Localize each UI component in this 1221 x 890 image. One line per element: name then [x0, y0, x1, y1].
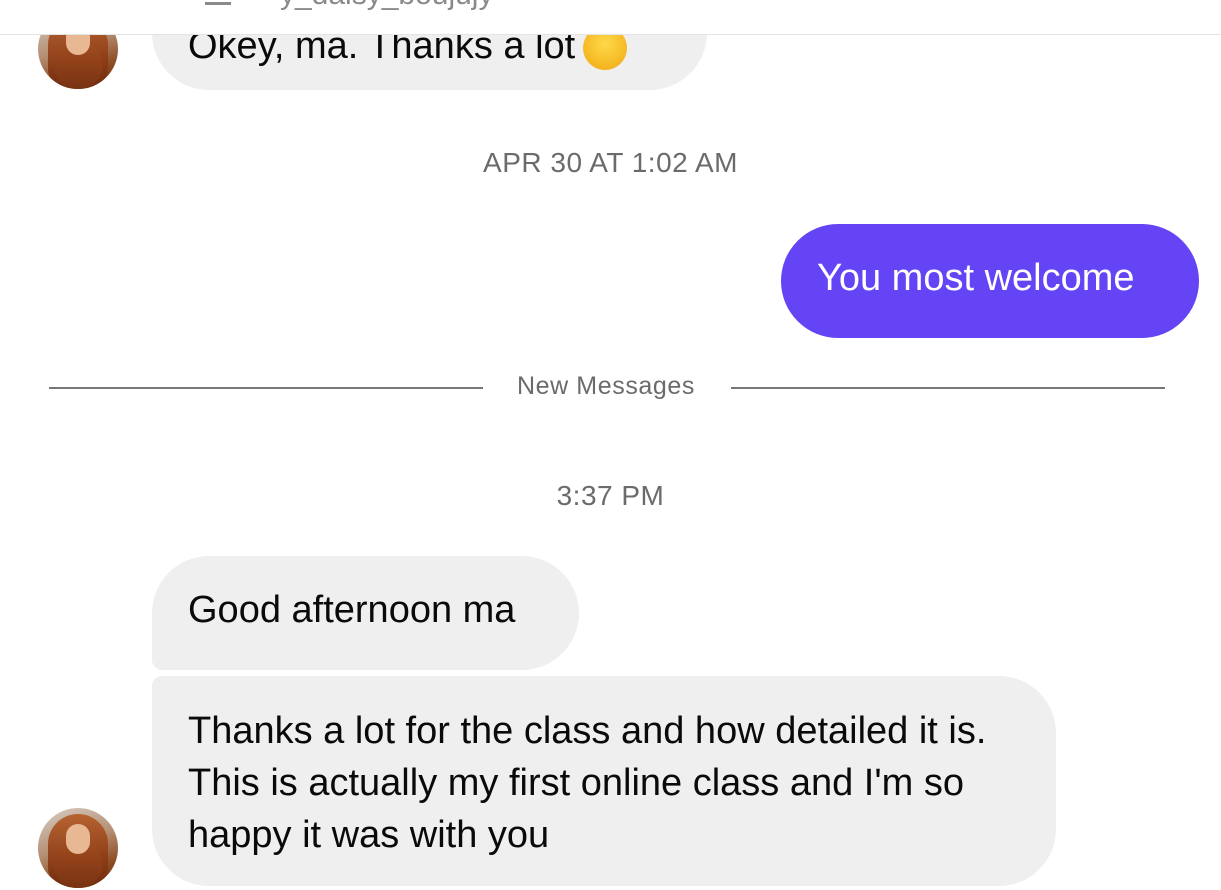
message-bubble-incoming[interactable]: Good afternoon ma: [152, 556, 579, 670]
chat-screen: y_daisy_boujujy Okey, ma. Thanks a lot A…: [0, 0, 1221, 890]
message-bubble-outgoing[interactable]: You most welcome: [781, 224, 1199, 338]
divider-line-right: [731, 387, 1165, 389]
timestamp: 3:37 PM: [556, 480, 665, 511]
new-messages-divider: New Messages: [516, 372, 696, 400]
chat-header: y_daisy_boujujy: [0, 0, 1221, 35]
timestamp: APR 30 AT 1:02 AM: [483, 147, 738, 178]
message-text: You most welcome: [817, 257, 1135, 299]
divider-line-left: [49, 387, 483, 389]
sender-avatar[interactable]: [38, 808, 118, 888]
chat-header-username[interactable]: y_daisy_boujujy: [280, 0, 493, 12]
back-icon[interactable]: [205, 0, 231, 5]
message-bubble-incoming[interactable]: Thanks a lot for the class and how detai…: [152, 676, 1056, 886]
message-text: Good afternoon ma: [188, 589, 516, 631]
message-text: Thanks a lot for the class and how detai…: [188, 710, 987, 856]
